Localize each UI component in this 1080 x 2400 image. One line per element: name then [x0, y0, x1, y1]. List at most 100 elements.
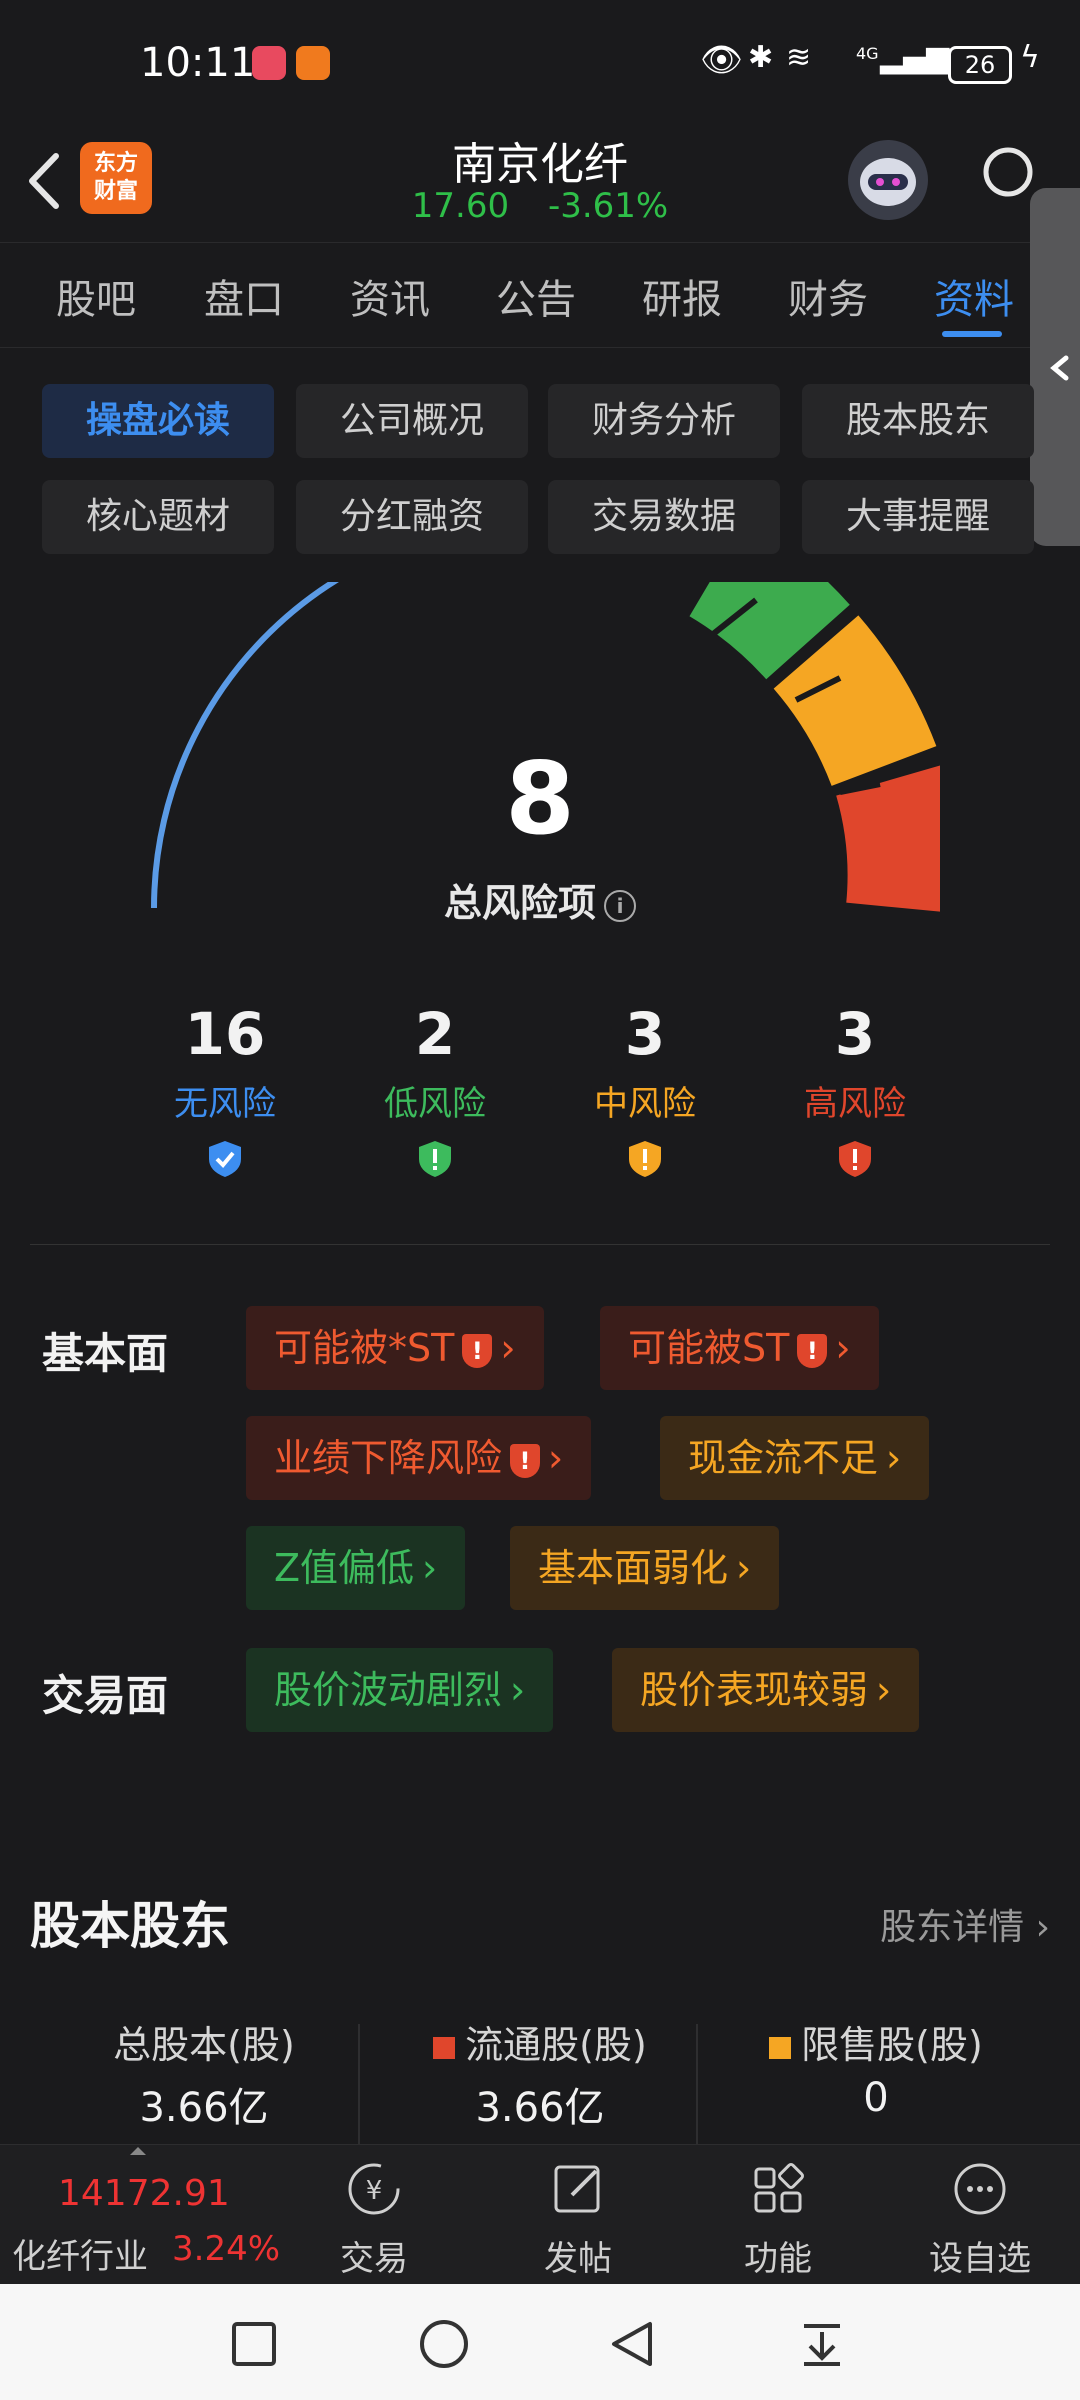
- side-drawer-handle[interactable]: [1030, 188, 1080, 546]
- legend-swatch: [769, 2036, 792, 2059]
- active-tab-indicator: [942, 331, 1002, 337]
- risk-chip[interactable]: 股价波动剧烈 ›: [246, 1648, 554, 1732]
- risk-chip[interactable]: 可能被ST! ›: [600, 1306, 879, 1390]
- tab-announcements[interactable]: 公告: [496, 267, 576, 325]
- add-watchlist-button[interactable]: 设自选: [910, 2157, 1050, 2280]
- trading-label: 交易面: [42, 1671, 169, 1720]
- chevron-right-icon: ›: [886, 1436, 902, 1480]
- tab-pankou[interactable]: 盘口: [204, 267, 284, 325]
- risk-count-none[interactable]: 16 无风险: [125, 1000, 325, 1183]
- wifi-icon: ≋: [786, 40, 812, 75]
- industry-index-value[interactable]: 14172.91: [58, 2173, 230, 2214]
- shield-warning-icon: [629, 1141, 661, 1177]
- shareholder-detail-link[interactable]: 股东详情 ›: [880, 1898, 1050, 1950]
- stock-price: 17.60: [411, 186, 510, 226]
- legend-swatch: [433, 2036, 456, 2059]
- divider: [358, 2024, 360, 2144]
- tab-finance[interactable]: 财务: [788, 267, 868, 325]
- tab-news[interactable]: 资讯: [350, 267, 430, 325]
- caret-up-icon: [130, 2147, 146, 2155]
- trade-label: 交易: [340, 2239, 408, 2279]
- grid-icon: [754, 2163, 804, 2213]
- chevron-right-icon: ›: [1035, 1907, 1050, 1948]
- float-shares: 流通股(股) 3.66亿: [380, 2014, 700, 2133]
- chevron-right-icon: ›: [510, 1668, 526, 1712]
- post-label: 发帖: [544, 2239, 612, 2279]
- status-bar: 10:11 👁 ✱ ≋ 4G ▂▄▆ 26 ϟ: [0, 0, 1080, 120]
- recent-apps-icon[interactable]: [230, 2320, 278, 2368]
- functions-label: 功能: [744, 2239, 812, 2279]
- risk-count-value: 2: [414, 1000, 456, 1068]
- risk-chip-label: 可能被*ST: [274, 1326, 455, 1370]
- post-button[interactable]: 发帖: [508, 2157, 648, 2280]
- subtab-financial-analysis[interactable]: 财务分析: [548, 384, 780, 458]
- info-icon[interactable]: i: [604, 889, 636, 922]
- subtab-trading-data[interactable]: 交易数据: [548, 480, 780, 554]
- trade-button[interactable]: ¥ 交易: [304, 2157, 444, 2280]
- back-icon[interactable]: [606, 2318, 658, 2370]
- risk-count-medium[interactable]: 3 中风险: [545, 1000, 745, 1183]
- yen-exchange-icon: ¥: [348, 2163, 400, 2215]
- risk-chip[interactable]: 股价表现较弱 ›: [612, 1648, 920, 1732]
- functions-button[interactable]: 功能: [708, 2157, 848, 2280]
- eye-icon: 👁: [700, 40, 744, 80]
- risk-count-label: 中风险: [594, 1084, 696, 1124]
- chevron-right-icon: ›: [422, 1546, 438, 1590]
- notification-pull-icon[interactable]: [796, 2318, 848, 2370]
- subtab-shareholders[interactable]: 股本股东: [802, 384, 1034, 458]
- edit-icon: [554, 2165, 600, 2213]
- industry-change[interactable]: 3.24%: [172, 2229, 280, 2269]
- restricted-shares: 限售股(股) 0: [716, 2014, 1036, 2121]
- total-risk-label[interactable]: 总风险项 i: [0, 872, 1080, 927]
- risk-count-low[interactable]: 2 低风险: [335, 1000, 535, 1183]
- risk-chip[interactable]: 业绩下降风险! ›: [246, 1416, 592, 1500]
- assistant-robot-icon[interactable]: [848, 140, 928, 220]
- subtab-events[interactable]: 大事提醒: [802, 480, 1034, 554]
- risk-chip[interactable]: Z值偏低 ›: [246, 1526, 466, 1610]
- bluetooth-icon: ✱: [748, 40, 774, 75]
- chevron-right-icon: ›: [548, 1436, 564, 1480]
- shield-warning-icon: [419, 1141, 451, 1177]
- subtab-core-themes[interactable]: 核心题材: [42, 480, 274, 554]
- bottom-toolbar: 14172.91 化纤行业 3.24% ¥ 交易 发帖 功能 设自选: [0, 2144, 1080, 2285]
- industry-label[interactable]: 化纤行业: [12, 2229, 148, 2278]
- tab-guba[interactable]: 股吧: [56, 267, 136, 325]
- svg-text:¥: ¥: [366, 2176, 383, 2206]
- section-title: 股本股东: [30, 1897, 230, 1955]
- risk-count-value: 16: [184, 1000, 266, 1068]
- stock-header: 东方 财富 南京化纤 17.60 -3.61%: [0, 120, 1080, 240]
- home-icon[interactable]: [418, 2318, 470, 2370]
- risk-chip-label: 业绩下降风险: [274, 1436, 503, 1480]
- search-icon[interactable]: [980, 144, 1040, 204]
- tab-profile[interactable]: 资料: [934, 267, 1014, 325]
- notification-app-icon: [252, 46, 286, 80]
- risk-count-label: 无风险: [174, 1084, 276, 1124]
- risk-chip-label: 基本面弱化: [538, 1546, 729, 1590]
- add-watchlist-label: 设自选: [929, 2239, 1031, 2279]
- shareholder-detail-text: 股东详情: [880, 1907, 1025, 1948]
- system-nav-bar: [0, 2284, 1080, 2400]
- section-tabs: 股吧 盘口 资讯 公告 研报 财务 资料: [0, 242, 1080, 348]
- risk-count-label: 高风险: [804, 1084, 906, 1124]
- warning-icon: !: [797, 1333, 828, 1368]
- more-icon: [954, 2163, 1006, 2215]
- risk-count-value: 3: [834, 1000, 876, 1068]
- subtab-company-overview[interactable]: 公司概况: [296, 384, 528, 458]
- subtab-trading-guide[interactable]: 操盘必读: [42, 384, 274, 458]
- warning-icon: !: [462, 1333, 493, 1368]
- tab-research[interactable]: 研报: [642, 267, 722, 325]
- risk-chip-label: Z值偏低: [274, 1546, 415, 1590]
- risk-count-high[interactable]: 3 高风险: [755, 1000, 955, 1183]
- chevron-right-icon: ›: [835, 1326, 851, 1370]
- risk-chip[interactable]: 基本面弱化 ›: [510, 1526, 780, 1610]
- stock-change: -3.61%: [547, 186, 669, 226]
- risk-chip-label: 股价表现较弱: [640, 1668, 869, 1712]
- charging-icon: ϟ: [1020, 40, 1040, 75]
- subtab-dividends[interactable]: 分红融资: [296, 480, 528, 554]
- total-risk-count: 8: [505, 740, 575, 857]
- risk-chip[interactable]: 可能被*ST! ›: [246, 1306, 544, 1390]
- notification-app-icon: [296, 46, 330, 80]
- risk-chip[interactable]: 现金流不足 ›: [660, 1416, 930, 1500]
- chevron-right-icon: ›: [736, 1546, 752, 1590]
- fundamental-label: 基本面: [42, 1329, 169, 1378]
